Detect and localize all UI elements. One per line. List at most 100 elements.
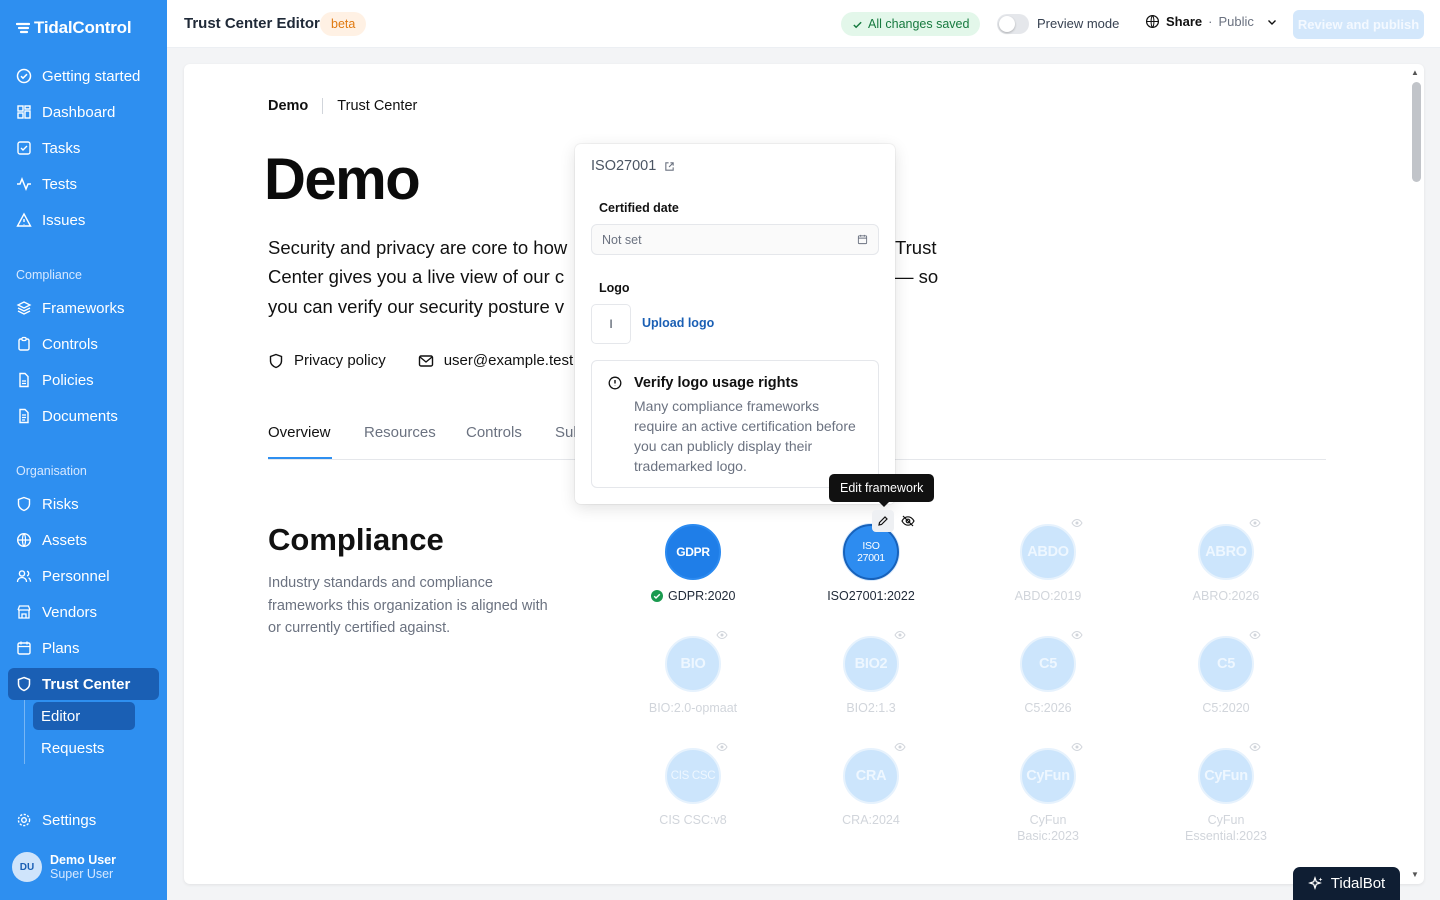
gdpr-logo-icon: GDPR [665,524,721,580]
scrollbar[interactable] [1410,66,1422,882]
hero-desc-line: Security and privacy are core to how [268,237,568,258]
clipboard-icon [18,336,30,351]
globe-icon [16,532,32,548]
certified-date-value: Not set [602,232,642,247]
eye-icon[interactable] [1249,630,1261,640]
tab-overview[interactable]: Overview [268,424,331,441]
user-menu[interactable]: DU Demo User Super User [12,852,116,882]
nav-label: Personnel [42,567,110,585]
share-button[interactable]: Share · Public [1145,14,1278,29]
compliance-description[interactable]: Industry standards and compliance framew… [268,572,548,640]
external-link-icon[interactable] [664,161,675,172]
hero-title[interactable]: Demo [264,146,421,213]
nav-assets[interactable]: Assets [8,524,159,556]
nav-tasks[interactable]: Tasks [8,132,159,164]
check-icon [853,21,862,28]
nav-risks[interactable]: Risks [8,488,159,520]
privacy-policy-link[interactable]: Privacy policy [268,352,386,369]
logo-preview[interactable]: I [591,304,631,344]
review-publish-button[interactable]: Review and publish [1293,10,1424,39]
nav-plans[interactable]: Plans [8,632,159,664]
tab-controls[interactable]: Controls [466,424,522,441]
nav-label: Vendors [42,603,98,621]
share-separator: · [1208,14,1213,29]
breadcrumb-divider [322,98,324,114]
bio2-logo-icon: BIO2 [843,636,899,692]
breadcrumb-org[interactable]: Demo [268,98,308,114]
nav-label: Tasks [42,139,81,157]
nav-label: Settings [42,811,97,829]
eye-icon[interactable] [894,630,906,640]
upload-logo-button[interactable]: Upload logo [642,316,714,330]
scrollbar-thumb[interactable] [1412,82,1421,182]
contact-links: Privacy policy user@example.test [268,352,573,369]
store-icon [17,605,31,619]
nav-frameworks[interactable]: Frameworks [8,292,159,324]
scroll-down-icon[interactable]: ▼ [1411,870,1419,879]
scroll-up-icon[interactable]: ▲ [1411,68,1419,77]
file-icon [19,372,29,388]
brand-logo[interactable]: TidalControl [16,18,132,38]
hide-framework-button[interactable] [899,512,917,530]
users-icon [16,570,32,583]
save-status-badge: All changes saved [841,12,981,36]
nav-policies[interactable]: Policies [8,364,159,396]
nav-dashboard[interactable]: Dashboard [8,96,159,128]
checkbox-icon [17,141,31,155]
edit-framework-button[interactable] [872,510,894,532]
share-label: Share [1166,14,1203,29]
nav-label: Assets [42,531,88,549]
tidalbot-button[interactable]: TidalBot [1293,867,1400,900]
framework-label: CyFun Essential:2023 [1184,813,1267,843]
alert-title: Verify logo usage rights [634,375,799,391]
nav-trust-center[interactable]: Trust Center [8,668,159,700]
subnav-divider [24,700,25,764]
shield-outline-icon [17,496,31,512]
sparkle-icon [1307,875,1323,890]
nav-label: Frameworks [42,299,125,317]
preview-mode-toggle[interactable] [997,14,1029,34]
hero-desc-line: Trust [895,237,937,258]
nav-controls[interactable]: Controls [8,328,159,360]
email-link[interactable]: user@example.test [418,352,573,369]
nav-label: Controls [42,335,98,353]
gear-icon [17,813,31,827]
nav-vendors[interactable]: Vendors [8,596,159,628]
alert-body: Many compliance frameworks require an ac… [634,398,856,474]
save-status-text: All changes saved [868,17,970,31]
subnav-editor[interactable]: Editor [33,702,135,730]
breadcrumb-current: Trust Center [337,98,418,114]
privacy-policy-label: Privacy policy [294,352,386,369]
compliance-heading[interactable]: Compliance [268,522,444,558]
nav-settings[interactable]: Settings [8,804,159,836]
nav-label: Documents [42,407,118,425]
nav-personnel[interactable]: Personnel [8,560,159,592]
nav-tests[interactable]: Tests [8,168,159,200]
section-organisation: Organisation [16,464,87,478]
logo-rights-alert: Verify logo usage rights Many compliance… [591,360,879,488]
globe-icon [1145,14,1160,29]
eye-icon[interactable] [1071,518,1083,528]
eye-icon[interactable] [716,742,728,752]
nav-getting-started[interactable]: Getting started [8,60,159,92]
eye-icon[interactable] [716,630,728,640]
eye-icon[interactable] [1071,742,1083,752]
eye-icon[interactable] [1071,630,1083,640]
framework-label: ABRO:2026 [1192,589,1260,603]
nav-documents[interactable]: Documents [8,400,159,432]
certified-date-input[interactable]: Not set [591,224,879,255]
tab-subprocessors[interactable]: Sul [555,424,577,441]
iso27001-logo-icon: ISO 27001 [843,524,899,580]
popover-title: ISO27001 [591,158,675,174]
user-name: Demo User [50,853,116,867]
nav-label: Plans [42,639,80,657]
eye-icon[interactable] [1249,518,1261,528]
framework-edit-popover: ISO27001 Certified date Not set Logo I U… [575,144,895,504]
subnav-requests[interactable]: Requests [33,734,135,762]
nav-issues[interactable]: Issues [8,204,159,236]
c5-logo-icon: C5 [1198,636,1254,692]
eye-icon[interactable] [894,742,906,752]
layers-icon [16,301,32,315]
eye-icon[interactable] [1249,742,1261,752]
tab-resources[interactable]: Resources [364,424,436,441]
